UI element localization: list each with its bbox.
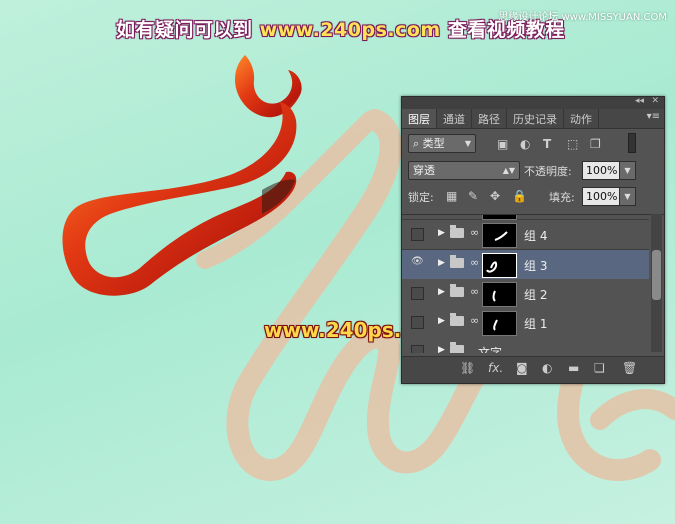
folder-icon <box>450 255 464 268</box>
panel-bottom-toolbar: ⛓ fx. ◙ ◐ ▬ ❏ 🗑 <box>402 356 664 383</box>
close-icon[interactable]: ✕ <box>651 96 659 106</box>
lock-image-icon[interactable]: ✎ <box>468 189 478 203</box>
filter-row: ⌕ 类型 ▼ ▣ ◐ T ⬚ ❐ <box>402 129 664 157</box>
folder-icon <box>450 313 464 326</box>
expand-triangle-icon[interactable]: ▶ <box>438 287 445 297</box>
link-icon[interactable]: ⛓ <box>460 361 475 375</box>
adjustment-filter-icon[interactable]: ◐ <box>520 137 530 151</box>
fill-label: 填充: <box>549 191 575 204</box>
layer-mask-thumbnail <box>482 311 517 336</box>
link-chain-icon: ∞ <box>470 314 480 327</box>
expand-triangle-icon[interactable]: ▶ <box>438 228 445 238</box>
mask-shape <box>486 261 498 273</box>
filter-toggle-icon[interactable] <box>628 133 636 153</box>
folder-icon <box>450 342 464 353</box>
adjustment-icon[interactable]: ◐ <box>542 361 552 375</box>
shape-filter-icon[interactable]: ⬚ <box>567 137 578 151</box>
banner-prefix: 如有疑问可以到 <box>116 19 253 41</box>
layer-group-4[interactable]: ▶ ∞ 组 4 <box>402 220 649 250</box>
layers-scrollbar[interactable] <box>651 214 662 352</box>
search-icon: ⌕ <box>413 137 420 150</box>
expand-triangle-icon[interactable]: ▶ <box>438 316 445 326</box>
link-chain-icon: ∞ <box>470 226 480 239</box>
layer-group-1[interactable]: ▶ ∞ 组 1 <box>402 308 649 338</box>
visibility-toggle[interactable] <box>411 316 424 329</box>
lock-row: 锁定: ▦ ✎ ✥ 🔒 填充: 100% ▼ <box>402 183 664 209</box>
new-group-icon[interactable]: ▬ <box>568 361 579 375</box>
folder-icon <box>450 284 464 297</box>
chevron-down-icon: ▲▼ <box>502 166 515 175</box>
mask-shape <box>494 231 508 241</box>
folder-icon <box>450 225 464 238</box>
new-layer-icon[interactable]: ❏ <box>594 361 605 375</box>
link-chain-icon: ∞ <box>470 256 480 269</box>
lock-label: 锁定: <box>408 191 434 204</box>
layer-group-text[interactable]: ▶ 文字 <box>402 337 649 353</box>
eye-icon[interactable]: 👁 <box>411 256 424 267</box>
layer-name: 组 4 <box>524 229 548 243</box>
fill-input[interactable]: 100% <box>582 187 620 206</box>
layers-panel: ◂◂ ✕ 图层 通道 路径 历史记录 动作 ▾≡ ⌕ 类型 ▼ ▣ ◐ T ⬚ … <box>401 96 665 384</box>
layers-list: ▶ ∞ 组 4 👁 ▶ ∞ 组 3 ▶ ∞ 组 2 ▶ ∞ 组 1 ▶ 文字 <box>402 214 664 353</box>
lock-all-icon[interactable]: 🔒 <box>512 189 527 203</box>
link-chain-icon: ∞ <box>470 285 480 298</box>
panel-tabs: 图层 通道 路径 历史记录 动作 ▾≡ <box>402 109 664 129</box>
image-filter-icon[interactable]: ▣ <box>497 137 508 151</box>
visibility-toggle[interactable] <box>411 287 424 300</box>
visibility-toggle[interactable] <box>411 228 424 241</box>
tab-actions[interactable]: 动作 <box>564 109 599 128</box>
fill-dropdown[interactable]: ▼ <box>619 187 636 206</box>
smart-object-filter-icon[interactable]: ❐ <box>590 137 601 151</box>
filter-type-label: 类型 <box>422 137 445 150</box>
tab-paths[interactable]: 路径 <box>472 109 507 128</box>
layer-name: 组 2 <box>524 288 548 302</box>
red-ribbon <box>62 55 302 296</box>
fx-icon[interactable]: fx. <box>488 361 503 375</box>
mask-shape <box>493 319 498 331</box>
layer-mask-thumbnail <box>482 282 517 307</box>
lock-position-icon[interactable]: ✥ <box>490 189 500 203</box>
lock-transparent-icon[interactable]: ▦ <box>446 189 457 203</box>
opacity-input[interactable]: 100% <box>582 161 620 180</box>
tab-layers[interactable]: 图层 <box>402 109 437 128</box>
banner-url[interactable]: www.240ps.com <box>260 19 441 41</box>
site-credit: 思缘设计论坛 www.MISSYUAN.COM <box>498 12 667 23</box>
blend-mode-select[interactable]: 穿透 ▲▼ <box>408 161 520 180</box>
layer-group-3[interactable]: 👁 ▶ ∞ 组 3 <box>402 250 649 280</box>
trash-icon[interactable]: 🗑 <box>622 361 637 375</box>
panel-menu-icon[interactable]: ▾≡ <box>647 111 660 122</box>
layer-name: 组 1 <box>524 317 548 331</box>
mask-shape <box>492 290 496 302</box>
visibility-toggle[interactable] <box>411 345 424 353</box>
tab-channels[interactable]: 通道 <box>437 109 472 128</box>
blend-mode-value: 穿透 <box>413 164 435 177</box>
expand-triangle-icon[interactable]: ▶ <box>438 258 445 268</box>
layer-group-2[interactable]: ▶ ∞ 组 2 <box>402 279 649 309</box>
chevron-down-icon: ▼ <box>464 139 471 148</box>
tab-history[interactable]: 历史记录 <box>507 109 564 128</box>
layer-name: 组 3 <box>524 259 548 273</box>
opacity-dropdown[interactable]: ▼ <box>619 161 636 180</box>
layer-mask-thumbnail <box>482 223 517 248</box>
scrollbar-thumb[interactable] <box>652 250 661 300</box>
type-filter-icon[interactable]: T <box>543 137 551 151</box>
layer-name: 文字 <box>478 346 503 353</box>
opacity-label: 不透明度: <box>524 165 572 178</box>
double-chevron-icon[interactable]: ◂◂ <box>635 96 644 106</box>
blend-row: 穿透 ▲▼ 不透明度: 100% ▼ <box>402 157 664 183</box>
mask-icon[interactable]: ◙ <box>516 361 528 375</box>
expand-triangle-icon[interactable]: ▶ <box>438 345 445 353</box>
filter-type-select[interactable]: ⌕ 类型 ▼ <box>408 134 476 153</box>
layer-mask-thumbnail <box>482 253 517 278</box>
panel-title-bar: ◂◂ ✕ <box>402 96 664 109</box>
